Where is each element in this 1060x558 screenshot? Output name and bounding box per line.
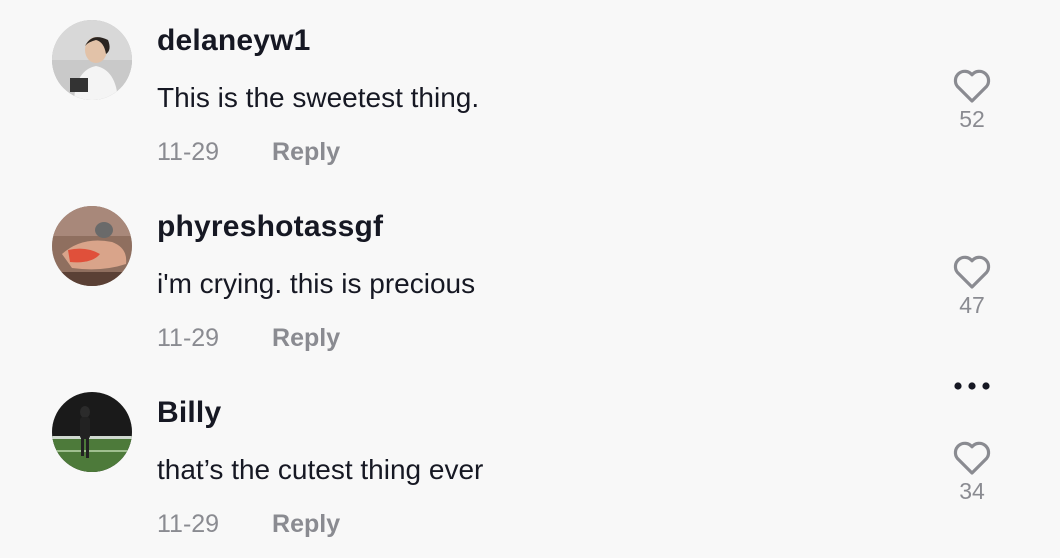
like-button[interactable]: 47 bbox=[947, 254, 997, 319]
comment-meta: 11-29 Reply bbox=[157, 510, 340, 539]
comment-username[interactable]: delaneyw1 bbox=[157, 24, 311, 58]
avatar[interactable] bbox=[52, 392, 132, 472]
heart-outline-icon bbox=[953, 441, 991, 475]
comment-list: delaneyw1 This is the sweetest thing. 11… bbox=[0, 0, 1060, 558]
comment-text: that’s the cutest thing ever bbox=[157, 454, 484, 485]
comment-date: 11-29 bbox=[157, 324, 220, 352]
comment-meta: 11-29 Reply bbox=[157, 324, 340, 353]
like-button[interactable]: 34 bbox=[947, 440, 997, 505]
heart-outline-icon bbox=[953, 69, 991, 103]
comment-item: delaneyw1 This is the sweetest thing. 11… bbox=[0, 0, 1060, 186]
comment-username[interactable]: phyreshotassgf bbox=[157, 210, 383, 244]
comment-item: Billy that’s the cutest thing ever 11-29… bbox=[0, 372, 1060, 558]
like-count: 47 bbox=[959, 292, 985, 318]
more-options-icon bbox=[954, 382, 990, 390]
heart-outline-icon bbox=[953, 255, 991, 289]
avatar[interactable] bbox=[52, 20, 132, 100]
like-count: 52 bbox=[959, 106, 985, 132]
like-count: 34 bbox=[959, 478, 985, 504]
like-button[interactable]: 52 bbox=[947, 68, 997, 133]
comment-meta: 11-29 Reply bbox=[157, 138, 340, 167]
comment-text: i'm crying. this is precious bbox=[157, 268, 476, 299]
comment-item: phyreshotassgf i'm crying. this is preci… bbox=[0, 186, 1060, 372]
reply-button[interactable]: Reply bbox=[272, 138, 340, 167]
comment-date: 11-29 bbox=[157, 510, 220, 538]
comment-username[interactable]: Billy bbox=[157, 396, 221, 430]
avatar-photo-icon bbox=[52, 206, 132, 286]
more-options-button[interactable] bbox=[948, 378, 996, 394]
comment-text: This is the sweetest thing. bbox=[157, 82, 480, 113]
avatar[interactable] bbox=[52, 206, 132, 286]
reply-button[interactable]: Reply bbox=[272, 510, 340, 539]
avatar-photo-icon bbox=[52, 392, 132, 472]
reply-button[interactable]: Reply bbox=[272, 324, 340, 353]
avatar-photo-icon bbox=[52, 20, 132, 100]
comment-date: 11-29 bbox=[157, 138, 220, 166]
